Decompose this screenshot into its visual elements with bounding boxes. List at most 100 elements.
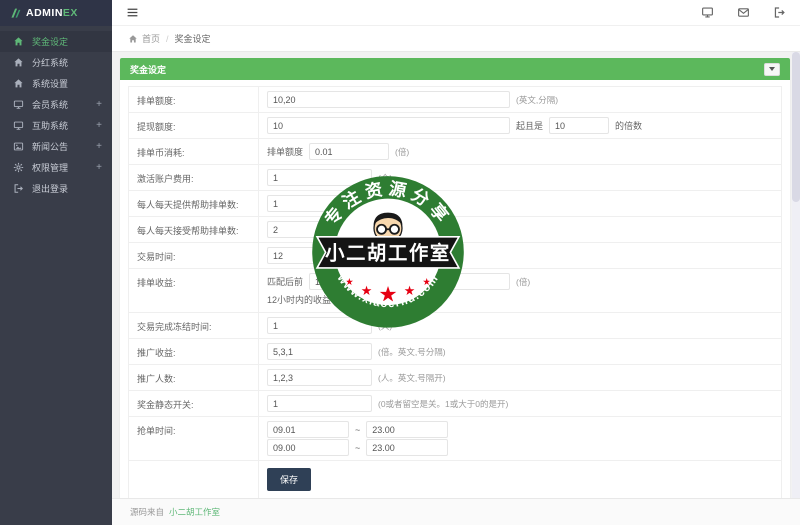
form-input[interactable]: [309, 143, 389, 160]
form-inline-text: 匹配后前: [267, 275, 303, 288]
footer-link[interactable]: 小二胡工作室: [169, 506, 220, 518]
collapse-button[interactable]: [764, 63, 780, 76]
home-icon: [13, 57, 24, 68]
form-hint: (天): [378, 320, 392, 332]
sidebar-item-6[interactable]: 权限管理+: [0, 157, 112, 178]
form-inline-text: 排单额度: [267, 145, 303, 158]
form-hint: (个): [378, 172, 392, 184]
image-icon: [13, 141, 24, 152]
form-row-controls: (个): [259, 165, 781, 190]
home-icon: [13, 36, 24, 47]
form-input[interactable]: [267, 91, 510, 108]
settings-panel: 奖金设定 排单额度:(英文,分隔)提现额度:起且是的倍数排单币消耗:排单额度(倍…: [120, 58, 790, 507]
mail-icon[interactable]: [737, 6, 750, 19]
sidebar-item-5[interactable]: 新闻公告+: [0, 136, 112, 157]
form-inline-text: ~: [355, 443, 360, 453]
home-icon: [13, 78, 24, 89]
sidebar-item-label: 权限管理: [32, 161, 68, 174]
sidebar-item-2[interactable]: 系统设置: [0, 73, 112, 94]
main-area: 首页 / 奖金设定 奖金设定 排单额度:(英文,分隔)提现额度:起且是的倍数排单…: [112, 0, 800, 525]
form-input[interactable]: [267, 439, 349, 456]
menu-toggle-icon[interactable]: [126, 6, 139, 19]
sidebar-item-1[interactable]: 分红系统: [0, 52, 112, 73]
gear-icon: [13, 162, 24, 173]
form-input[interactable]: [267, 317, 372, 334]
form-row-controls: 保存: [259, 461, 781, 498]
scrollbar-thumb[interactable]: [792, 52, 800, 202]
form-row-label: 奖金静态开关:: [129, 391, 259, 416]
sidebar-item-0[interactable]: 奖金设定: [0, 31, 112, 52]
expand-plus-icon: +: [96, 142, 102, 152]
form-hint: (英文,分隔): [516, 94, 558, 106]
sidebar-item-label: 分红系统: [32, 56, 68, 69]
form-input[interactable]: [366, 421, 448, 438]
scrollbar[interactable]: [792, 52, 800, 498]
form-inline-text: ~: [355, 425, 360, 435]
breadcrumb-home[interactable]: 首页: [142, 32, 160, 45]
form-row-controls: (单): [259, 191, 781, 216]
form-row-label: 提现额度:: [129, 113, 259, 138]
footer: 源码来自 小二胡工作室: [112, 498, 800, 525]
form-input[interactable]: [337, 291, 397, 308]
expand-plus-icon: +: [96, 100, 102, 110]
sidebar-item-3[interactable]: 会员系统+: [0, 94, 112, 115]
topbar-icons: [678, 6, 786, 19]
sidebar-item-4[interactable]: 互助系统+: [0, 115, 112, 136]
footer-text: 源码来自: [130, 506, 164, 518]
breadcrumb-separator: /: [166, 34, 169, 44]
form-row-controls: (0或者留空是关。1或大于0的是开): [259, 391, 781, 416]
form-input[interactable]: [267, 343, 372, 360]
form-wrap: 排单额度:(英文,分隔)提现额度:起且是的倍数排单币消耗:排单额度(倍)激活账户…: [120, 80, 790, 507]
settings-form: 排单额度:(英文,分隔)提现额度:起且是的倍数排单币消耗:排单额度(倍)激活账户…: [128, 86, 782, 499]
form-row: 奖金静态开关:(0或者留空是关。1或大于0的是开): [129, 391, 781, 417]
form-row-label: 排单币消耗:: [129, 139, 259, 164]
form-row-label: 每人每天接受帮助排单数:: [129, 217, 259, 242]
form-row: 排单额度: (英文,分隔): [129, 87, 781, 113]
sidebar-menu: 奖金设定分红系统系统设置会员系统+互助系统+新闻公告+权限管理+退出登录: [0, 26, 112, 199]
form-row-label: 交易时间:: [129, 243, 259, 268]
sidebar-item-label: 奖金设定: [32, 35, 68, 48]
form-input[interactable]: [267, 221, 372, 238]
form-row: 排单币消耗:排单额度(倍): [129, 139, 781, 165]
form-input[interactable]: [549, 117, 609, 134]
form-row-label: 排单额度:: [129, 87, 259, 112]
form-input[interactable]: [450, 273, 510, 290]
brand-logo[interactable]: ADMINEX: [0, 0, 112, 26]
form-row-controls: 起且是的倍数: [259, 113, 781, 138]
form-input[interactable]: [267, 247, 372, 264]
form-input[interactable]: [267, 117, 510, 134]
form-input[interactable]: [267, 395, 372, 412]
form-input[interactable]: [267, 421, 349, 438]
form-input[interactable]: [267, 369, 372, 386]
form-row: 排单收益:匹配后前(小时)打款的收益(倍)12小时内的收益: [129, 269, 781, 313]
form-row: 推广收益:(倍。英文,号分隔): [129, 339, 781, 365]
form-row: 交易时间:: [129, 243, 781, 269]
form-row-label: 推广收益:: [129, 339, 259, 364]
form-input[interactable]: [366, 439, 448, 456]
form-row: 每人每天接受帮助排单数:: [129, 217, 781, 243]
form-input[interactable]: [309, 273, 369, 290]
form-inline-text: 的倍数: [615, 119, 642, 132]
sidebar-item-label: 系统设置: [32, 77, 68, 90]
expand-plus-icon: +: [96, 121, 102, 131]
content-area: 奖金设定 排单额度:(英文,分隔)提现额度:起且是的倍数排单币消耗:排单额度(倍…: [112, 52, 800, 507]
form-input[interactable]: [267, 169, 372, 186]
save-button[interactable]: 保存: [267, 468, 311, 491]
form-row-controls: 匹配后前(小时)打款的收益(倍)12小时内的收益: [259, 269, 781, 312]
signout-icon[interactable]: [773, 6, 786, 19]
form-row-label: 推广人数:: [129, 365, 259, 390]
desktop-icon[interactable]: [701, 6, 714, 19]
sidebar-item-label: 退出登录: [32, 182, 68, 195]
sidebar-item-7[interactable]: 退出登录: [0, 178, 112, 199]
page-root: ADMINEX 奖金设定分红系统系统设置会员系统+互助系统+新闻公告+权限管理+…: [0, 0, 800, 525]
form-input[interactable]: [267, 195, 372, 212]
form-row: 激活账户费用:(个): [129, 165, 781, 191]
form-row-controls: (天): [259, 313, 781, 338]
panel-header: 奖金设定: [120, 58, 790, 80]
form-row-label: 排单收益:: [129, 269, 259, 312]
form-hint: (单): [378, 198, 392, 210]
form-row-controls: (英文,分隔): [259, 87, 781, 112]
form-inline-text: 12小时内的收益: [267, 293, 331, 306]
form-row-label: 抢单时间:: [129, 417, 259, 460]
form-row: 交易完成冻结时间:(天): [129, 313, 781, 339]
